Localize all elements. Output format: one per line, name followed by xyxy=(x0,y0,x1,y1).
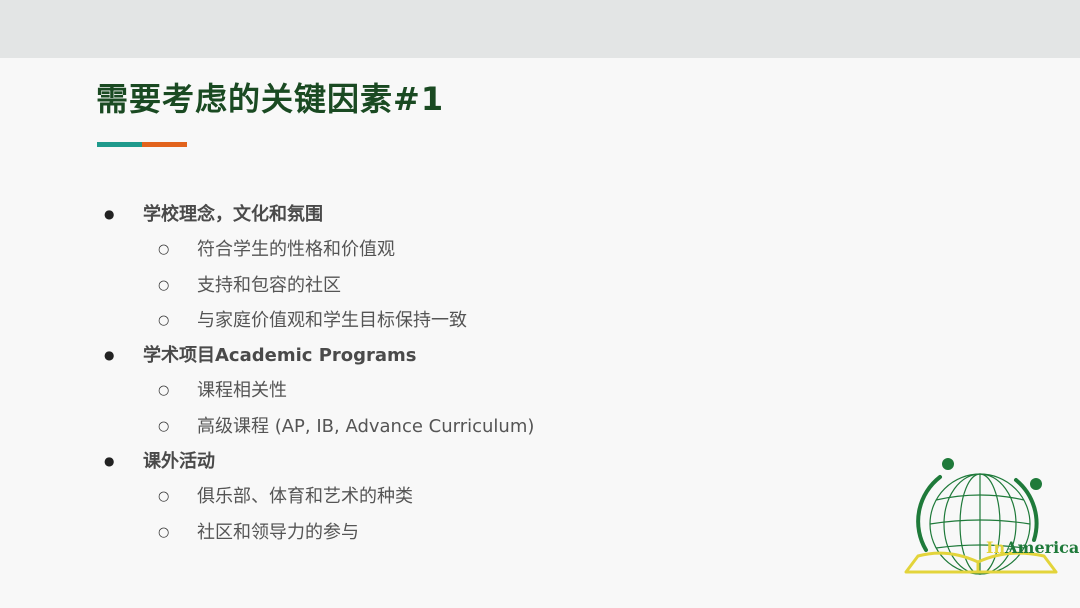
sub-bullet-item: ○ 符合学生的性格和价值观 xyxy=(0,232,534,267)
sub-bullet-marker: ○ xyxy=(158,383,170,399)
sub-bullet-marker: ○ xyxy=(158,489,170,505)
sub-bullet-marker: ○ xyxy=(158,524,170,540)
sub-bullet-text: 符合学生的性格和价值观 xyxy=(197,239,395,261)
inamerica-logo: InAmerica xyxy=(898,452,1080,580)
sub-bullet-marker: ○ xyxy=(158,312,170,328)
logo-wordmark: InAmerica xyxy=(986,538,1079,557)
sub-bullet-text: 课程相关性 xyxy=(197,380,287,402)
sub-bullet-text: 高级课程 (AP, IB, Advance Curriculum) xyxy=(197,415,535,437)
sub-bullet-item: ○ 支持和包容的社区 xyxy=(0,268,534,303)
sub-bullet-text: 社区和领导力的参与 xyxy=(197,521,359,543)
logo-text-america: America xyxy=(1005,538,1080,557)
accent-segment-orange xyxy=(142,142,187,147)
bullet-text: 课外活动 xyxy=(143,451,215,473)
top-band xyxy=(0,0,1080,58)
sub-bullet-marker: ○ xyxy=(158,242,170,258)
sub-bullet-marker: ○ xyxy=(158,277,170,293)
sub-bullet-item: ○ 课程相关性 xyxy=(0,373,534,408)
bullet-item: ● 课外活动 xyxy=(0,444,534,479)
bullet-marker: ● xyxy=(104,207,115,221)
globe-book-logo-icon xyxy=(904,458,1058,575)
sub-bullet-item: ○ 俱乐部、体育和艺术的种类 xyxy=(0,479,534,514)
sub-bullet-item: ○ 社区和领导力的参与 xyxy=(0,515,534,550)
bullet-list: ● 学校理念，文化和氛围 ○ 符合学生的性格和价值观 ○ 支持和包容的社区 ○ … xyxy=(0,197,534,550)
sub-bullet-marker: ○ xyxy=(158,418,170,434)
title-accent-bar xyxy=(97,142,187,147)
sub-bullet-text: 与家庭价值观和学生目标保持一致 xyxy=(197,309,467,331)
bullet-marker: ● xyxy=(104,348,115,363)
sub-bullet-text: 俱乐部、体育和艺术的种类 xyxy=(197,486,413,508)
accent-segment-teal xyxy=(97,142,142,147)
slide-title: 需要考虑的关键因素#1 xyxy=(96,80,445,118)
bullet-text: 学术项目Academic Programs xyxy=(143,345,417,367)
bullet-item: ● 学校理念，文化和氛围 xyxy=(0,197,534,232)
logo-text-in: In xyxy=(986,538,1006,557)
sub-bullet-item: ○ 与家庭价值观和学生目标保持一致 xyxy=(0,303,534,338)
bullet-marker: ● xyxy=(104,454,115,469)
bullet-text: 学校理念，文化和氛围 xyxy=(143,204,323,225)
bullet-item: ● 学术项目Academic Programs xyxy=(0,338,534,373)
sub-bullet-item: ○ 高级课程 (AP, IB, Advance Curriculum) xyxy=(0,409,534,444)
sub-bullet-text: 支持和包容的社区 xyxy=(197,274,341,296)
